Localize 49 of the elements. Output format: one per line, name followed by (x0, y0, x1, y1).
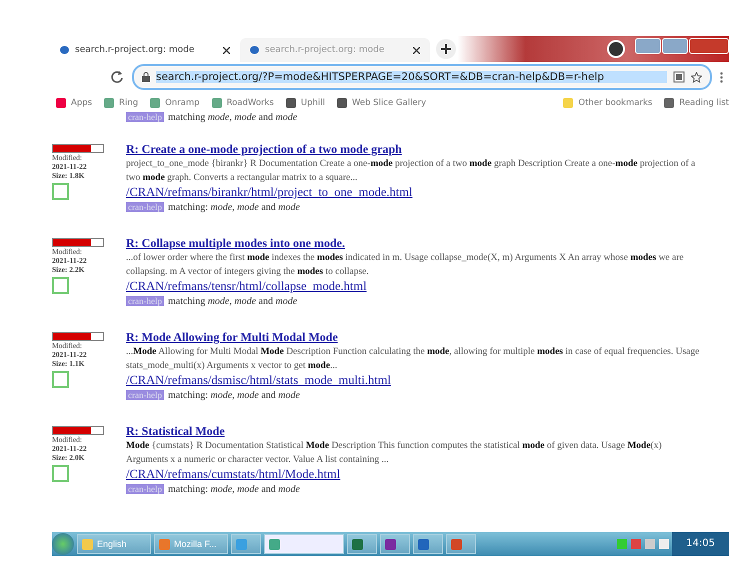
taskbar-icon[interactable] (413, 534, 443, 554)
bookmark[interactable]: Ring (104, 98, 138, 108)
result-title-link[interactable]: R: Statistical Mode (126, 424, 705, 439)
taskbar-icon[interactable] (380, 534, 410, 554)
bookmark[interactable]: Uphill (286, 98, 325, 108)
checkbox[interactable] (52, 183, 69, 200)
window-controls-drawing[interactable] (635, 38, 729, 54)
system-tray-drawing[interactable] (617, 539, 670, 549)
reload-icon[interactable] (110, 70, 124, 84)
result-title-link[interactable]: R: Mode Allowing for Multi Modal Mode (126, 330, 705, 345)
bookmark[interactable]: Apps (56, 98, 92, 108)
profile-icon[interactable] (607, 40, 625, 58)
bookmark[interactable]: Reading list (664, 98, 729, 108)
result-snippet: project_to_one_mode {birankr} R Documentation Create a one-mode projection of a two mode graph Description Create a one-mode projection of a two mode graph. Converts a rectangular matrix to a square... (126, 158, 696, 185)
clock: 14:05 (672, 532, 729, 556)
extension-icon[interactable] (673, 71, 685, 83)
result-url-link[interactable]: /CRAN/refmans/tensr/html/collapse_mode.html (126, 279, 705, 294)
browser-tab[interactable]: search.r-project.org: mode (240, 38, 430, 62)
start-button[interactable] (52, 533, 74, 555)
bookmark[interactable]: RoadWorks (212, 98, 274, 108)
taskbar-icon[interactable] (264, 534, 344, 554)
matching-text: matching: mode, mode and mode (168, 202, 300, 212)
close-icon[interactable] (223, 46, 230, 54)
taskbar-icon[interactable] (347, 534, 377, 554)
result-title-link[interactable]: R: Collapse multiple modes into one mode. (126, 236, 705, 251)
result-url-link[interactable]: /CRAN/refmans/cumstats/html/Mode.html (126, 467, 705, 482)
result-title-link[interactable]: R: Create a one-mode projection of a two mode graph (126, 142, 705, 157)
taskbar-icon[interactable] (446, 534, 476, 554)
checkbox[interactable] (52, 465, 69, 482)
matching-text: matching: mode, mode and mode (168, 390, 300, 400)
result-snippet: ...Mode Allowing for Multi Modal Mode Description Function calculating the mode, allowing for multiple modes in case of equal frequencies. Usage stats_mode_multi(x) Arguments x vector to get mode... (126, 346, 700, 373)
result-url-link[interactable]: /CRAN/refmans/birankr/html/project_to_one_mode.html (126, 185, 705, 200)
lock-icon (142, 72, 150, 82)
result-snippet: ...of lower order where the first mode indexes the modes indicated in m. Usage collapse_mode(X, m) Arguments X An array whose modes we are collapsing. m A vector of integers giving the modes to collapse. (126, 252, 685, 279)
menu-icon[interactable] (720, 72, 723, 82)
new-tab-icon[interactable] (436, 39, 456, 59)
bookmark[interactable]: Onramp (150, 98, 200, 108)
close-icon[interactable] (413, 46, 420, 54)
matching-text: matching mode, mode and mode (168, 296, 298, 306)
matching-text: matching: mode, mode and mode (168, 484, 300, 494)
checkbox[interactable] (52, 371, 69, 388)
star-icon[interactable] (691, 72, 702, 82)
bookmark[interactable]: Other bookmarks (563, 98, 652, 108)
result-url-link[interactable]: /CRAN/refmans/dsmisc/html/stats_mode_multi.html (126, 373, 705, 388)
checkbox[interactable] (52, 277, 69, 294)
address-bar[interactable]: search.r-project.org/?P=mode&HITSPERPAGE=20&SORT=&DB=cran-help&DB=r-help (132, 64, 712, 90)
matching-text: matching mode, mode and mode (168, 112, 298, 122)
bookmark[interactable]: Web Slice Gallery (336, 98, 426, 108)
result-snippet: Mode {cumstats} R Documentation Statistical Mode Description This function computes the statistical mode of given data. Usage Mode(x) Arguments x a numeric or character vector. Value A list containing ... (126, 440, 663, 467)
